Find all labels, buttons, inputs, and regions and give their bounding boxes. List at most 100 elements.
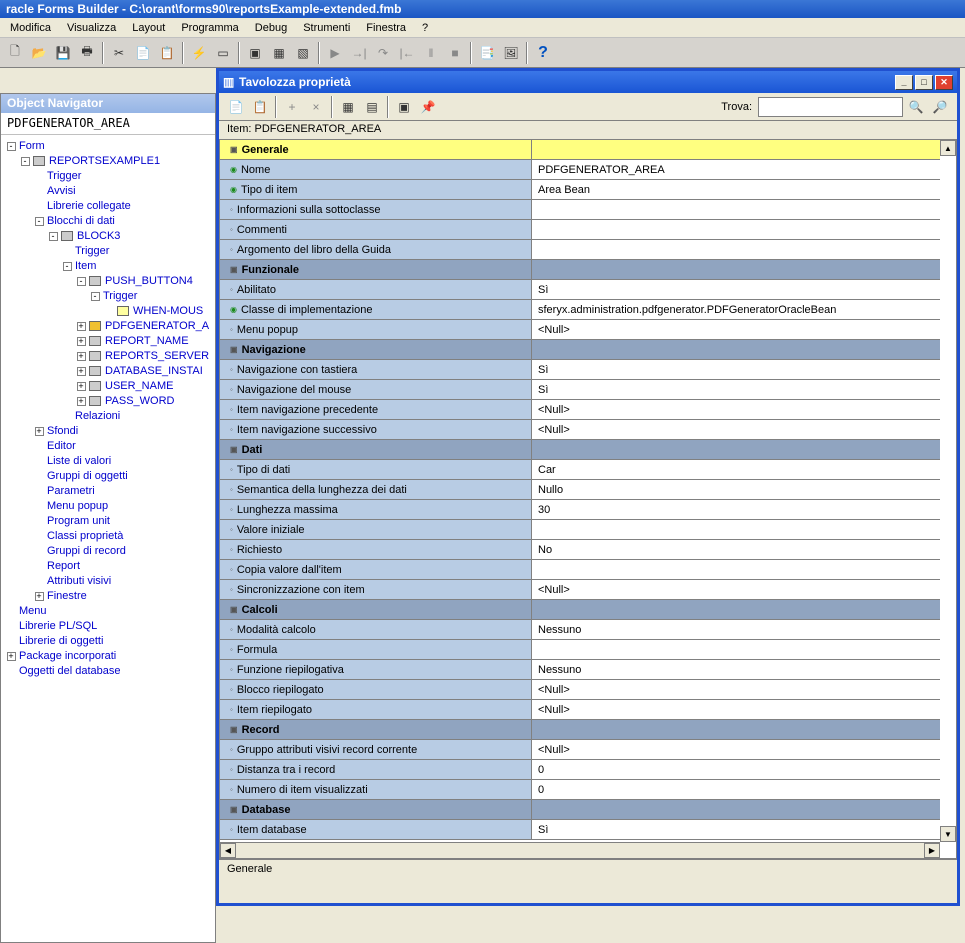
property-value[interactable]: <Null> [532,320,940,339]
expand-icon[interactable]: + [5,649,17,664]
property-row[interactable]: ◦Item navigazione successivo<Null> [220,420,940,440]
section-header[interactable]: ▣Calcoli [220,600,940,620]
property-row[interactable]: ◦Numero di item visualizzati0 [220,780,940,800]
tree-node[interactable]: Oggetti del database [3,664,213,679]
tree-node[interactable]: Menu popup [3,499,213,514]
property-row[interactable]: ◦Modalità calcoloNessuno [220,620,940,640]
property-value[interactable]: PDFGENERATOR_AREA [532,160,940,179]
property-row[interactable]: ◦Informazioni sulla sottoclasse [220,200,940,220]
tree-node[interactable]: Liste di valori [3,454,213,469]
tree-node[interactable]: +DATABASE_INSTAI [3,364,213,379]
collapse-section-icon[interactable]: ▣ [230,725,238,734]
tree-node[interactable]: Librerie collegate [3,199,213,214]
property-value[interactable]: No [532,540,940,559]
property-value[interactable]: <Null> [532,580,940,599]
expand-icon[interactable]: + [75,364,87,379]
scroll-up-button[interactable]: ▲ [940,140,956,156]
tree-node[interactable]: Gruppi di record [3,544,213,559]
intersect-icon[interactable]: ▦ [337,96,359,118]
tree-node[interactable]: Attributi visivi [3,574,213,589]
tree-node[interactable]: +REPORTS_SERVER [3,349,213,364]
tree-node[interactable]: Parametri [3,484,213,499]
property-row[interactable]: ◦AbilitatoSì [220,280,940,300]
tree-node[interactable]: -Form [3,139,213,154]
expand-icon[interactable]: + [33,424,45,439]
property-value[interactable]: Car [532,460,940,479]
property-row[interactable]: ◉Tipo di itemArea Bean [220,180,940,200]
save-icon[interactable]: 💾 [52,42,74,64]
print-icon[interactable]: 🖶 [76,42,98,64]
open-icon[interactable]: 📂 [28,42,50,64]
tree-node[interactable]: Trigger [3,244,213,259]
property-value[interactable]: Sì [532,280,940,299]
add-icon[interactable]: + [281,96,303,118]
collapse-section-icon[interactable]: ▣ [230,605,238,614]
property-row[interactable]: ◦Item riepilogato<Null> [220,700,940,720]
collapse-icon[interactable]: - [19,154,31,169]
property-value[interactable]: <Null> [532,740,940,759]
collapse-icon[interactable]: - [47,229,59,244]
close-button[interactable]: ✕ [935,75,953,90]
tree-node[interactable]: -Trigger [3,289,213,304]
property-row[interactable]: ◦Sincronizzazione con item<Null> [220,580,940,600]
collapse-section-icon[interactable]: ▣ [230,445,238,454]
collapse-section-icon[interactable]: ▣ [230,265,238,274]
property-value[interactable]: <Null> [532,400,940,419]
property-value[interactable]: Nessuno [532,660,940,679]
stop-icon[interactable]: ■ [444,42,466,64]
tree-node[interactable]: Program unit [3,514,213,529]
property-row[interactable]: ◦Commenti [220,220,940,240]
tree-node[interactable]: WHEN-MOUS [3,304,213,319]
property-row[interactable]: ◦RichiestoNo [220,540,940,560]
pause-icon[interactable]: ‖ [420,42,442,64]
property-value[interactable]: <Null> [532,700,940,719]
property-value[interactable]: <Null> [532,420,940,439]
menu-debug[interactable]: Debug [247,22,295,34]
property-value[interactable]: Nullo [532,480,940,499]
tree-node[interactable]: Gruppi di oggetti [3,469,213,484]
union-icon[interactable]: ▤ [361,96,383,118]
property-row[interactable]: ◦Item navigazione precedente<Null> [220,400,940,420]
property-grid[interactable]: ▣Generale◉NomePDFGENERATOR_AREA◉Tipo di … [220,140,940,842]
expand-icon[interactable]: + [75,349,87,364]
connect-icon[interactable]: ⚡ [188,42,210,64]
menu-finestra[interactable]: Finestra [358,22,414,34]
cut-icon[interactable]: ✂ [108,42,130,64]
menu-programma[interactable]: Programma [173,22,246,34]
tree-node[interactable]: Relazioni [3,409,213,424]
step-over-icon[interactable]: ↷ [372,42,394,64]
property-row[interactable]: ◦Item databaseSì [220,820,940,840]
tree-node[interactable]: Classi proprietà [3,529,213,544]
property-value[interactable]: sferyx.administration.pdfgenerator.PDFGe… [532,300,940,319]
expand-icon[interactable]: + [75,334,87,349]
property-value[interactable] [532,240,940,259]
find-next-icon[interactable]: 🔍 [905,96,927,118]
find-prev-icon[interactable]: 🔎 [929,96,951,118]
property-row[interactable]: ◦Menu popup<Null> [220,320,940,340]
property-row[interactable]: ◦Distanza tra i record0 [220,760,940,780]
execute-icon[interactable]: ▭ [212,42,234,64]
property-row[interactable]: ◦Tipo di datiCar [220,460,940,480]
relation-icon[interactable]: ▧ [292,42,314,64]
menu-modifica[interactable]: Modifica [2,22,59,34]
collapse-icon[interactable]: - [5,139,17,154]
property-value[interactable] [532,520,940,539]
section-header[interactable]: ▣Funzionale [220,260,940,280]
section-header[interactable]: ▣Record [220,720,940,740]
section-header[interactable]: ▣Navigazione [220,340,940,360]
tree-node[interactable]: +Sfondi [3,424,213,439]
copy-icon[interactable]: 📄 [132,42,154,64]
tree-node[interactable]: +USER_NAME [3,379,213,394]
collapse-icon[interactable]: - [89,289,101,304]
tree-node[interactable]: -Blocchi di dati [3,214,213,229]
property-row[interactable]: ◦Funzione riepilogativaNessuno [220,660,940,680]
expand-icon[interactable]: + [75,319,87,334]
scroll-left-button[interactable]: ◀ [220,843,236,858]
menu-layout[interactable]: Layout [124,22,173,34]
property-row[interactable]: ◦Copia valore dall'item [220,560,940,580]
property-row[interactable]: ◉Classe di implementazionesferyx.adminis… [220,300,940,320]
paste-icon[interactable]: 📋 [156,42,178,64]
property-row[interactable]: ◦Gruppo attributi visivi record corrente… [220,740,940,760]
paste-props-icon[interactable]: 📋 [249,96,271,118]
help-icon[interactable]: ? [532,42,554,64]
